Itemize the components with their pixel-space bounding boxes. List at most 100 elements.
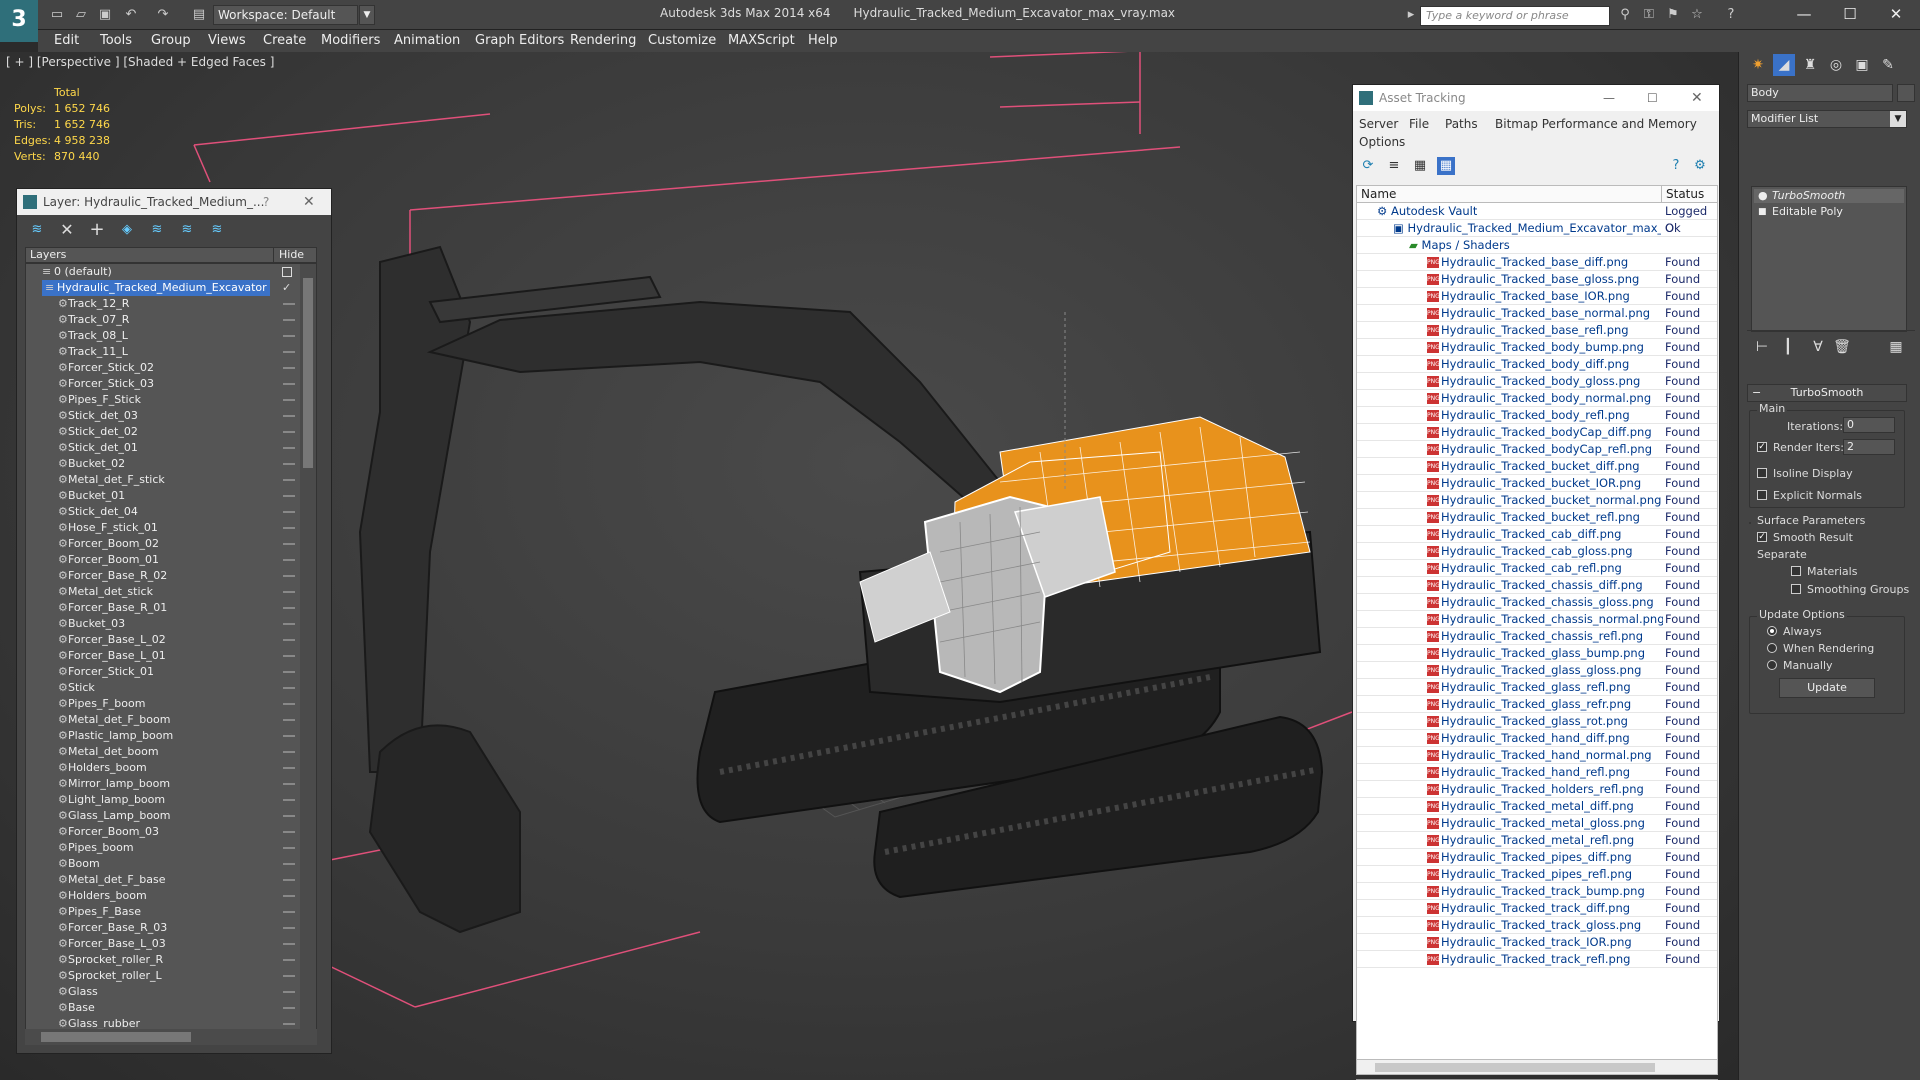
hide-toggle[interactable] (283, 367, 295, 369)
minimize-button[interactable]: — (1784, 2, 1824, 26)
hide-toggle[interactable] (283, 399, 295, 401)
hide-toggle[interactable] (283, 543, 295, 545)
hide-toggle[interactable] (283, 431, 295, 433)
asset-map-row[interactable]: PNG Hydraulic_Tracked_cab_refl.png Found (1357, 560, 1717, 577)
asset-map-row[interactable]: PNG Hydraulic_Tracked_glass_refl.png Found (1357, 679, 1717, 696)
col-name[interactable]: Name (1361, 186, 1396, 202)
hide-toggle[interactable] (283, 831, 295, 833)
asset-map-row[interactable]: PNG Hydraulic_Tracked_body_gloss.png Found (1357, 373, 1717, 390)
undo-icon[interactable]: ↶ (122, 6, 140, 23)
col-status[interactable]: Status (1661, 186, 1704, 202)
hide-toggle[interactable] (283, 527, 295, 529)
help-icon[interactable]: ? (1667, 157, 1685, 175)
layer-row[interactable]: ⚙ Bucket_01 (26, 488, 302, 504)
hide-toggle[interactable] (283, 479, 295, 481)
menu-rendering[interactable]: Rendering (570, 33, 636, 48)
layer-row[interactable]: ⚙ Forcer_Base_L_02 (26, 632, 302, 648)
asset-map-row[interactable]: PNG Hydraulic_Tracked_glass_rot.png Found (1357, 713, 1717, 730)
asset-map-row[interactable]: PNG Hydraulic_Tracked_glass_gloss.png Foun… (1357, 662, 1717, 679)
motion-tab-icon[interactable]: ◎ (1825, 54, 1847, 76)
asset-map-row[interactable]: PNG Hydraulic_Tracked_chassis_diff.png Fou… (1357, 577, 1717, 594)
asset-map-row[interactable]: PNG Hydraulic_Tracked_body_refl.png Found (1357, 407, 1717, 424)
layer-scrollbar[interactable] (300, 264, 316, 1036)
layer-row[interactable]: ⚙ Metal_det_F_base (26, 872, 302, 888)
object-name-field[interactable]: Body (1747, 84, 1893, 102)
remove-modifier-icon[interactable]: 🗑 (1831, 336, 1853, 358)
hide-toggle[interactable] (283, 655, 295, 657)
viewport-label[interactable]: [ + ] [Perspective ] [Shaded + Edged Fac… (6, 55, 274, 69)
chevron-down-icon[interactable]: ▼ (1890, 111, 1906, 127)
help-button[interactable]: ? (263, 189, 269, 215)
menu-paths[interactable]: Paths (1445, 117, 1478, 131)
smooth-result-checkbox[interactable]: ✓ (1757, 532, 1767, 542)
layer-row[interactable]: ⚙ Holders_boom (26, 888, 302, 904)
hide-toggle[interactable] (283, 415, 295, 417)
hide-toggle[interactable] (283, 815, 295, 817)
new-file-icon[interactable]: ▭ (48, 6, 66, 23)
search-input[interactable]: Type a keyword or phrase (1420, 6, 1610, 26)
asset-row-maps[interactable]: ▰ Maps / Shaders (1357, 237, 1717, 254)
hide-all-icon[interactable]: ≋ (177, 220, 197, 240)
communication-icon[interactable]: ⚑ (1664, 6, 1682, 23)
hide-toggle[interactable] (283, 703, 295, 705)
asset-map-row[interactable]: PNG Hydraulic_Tracked_chassis_refl.png Fou… (1357, 628, 1717, 645)
thumbnail-view-icon[interactable]: ▦ (1411, 157, 1429, 175)
lightbulb-icon[interactable]: ● (1758, 189, 1768, 203)
new-layer-icon[interactable]: ≋ (27, 220, 47, 240)
hide-toggle[interactable] (283, 447, 295, 449)
menu-edit[interactable]: Edit (54, 33, 79, 48)
iterations-spinner[interactable]: 0 (1843, 417, 1895, 433)
col-hide[interactable]: Hide (273, 248, 304, 262)
layer-row[interactable]: ⚙ Sprocket_roller_R (26, 952, 302, 968)
select-objects-icon[interactable]: ◈ (117, 220, 137, 240)
hide-toggle[interactable] (283, 319, 295, 321)
layer-row[interactable]: ⚙ Track_11_L (26, 344, 302, 360)
asset-map-row[interactable]: PNG Hydraulic_Tracked_bodyCap_diff.png Fou… (1357, 424, 1717, 441)
layer-row[interactable]: ⚙ Glass (26, 984, 302, 1000)
layer-row[interactable]: ⚙ Stick_det_03 (26, 408, 302, 424)
menu-animation[interactable]: Animation (394, 33, 460, 48)
manually-radio[interactable] (1767, 660, 1777, 670)
asset-map-row[interactable]: PNG Hydraulic_Tracked_bucket_IOR.png Found (1357, 475, 1717, 492)
menu-maxscript[interactable]: MAXScript (728, 33, 795, 48)
materials-checkbox[interactable] (1791, 566, 1801, 576)
layer-row[interactable]: ⚙ Glass_Lamp_boom (26, 808, 302, 824)
layer-row[interactable]: ⚙ Pipes_F_Stick (26, 392, 302, 408)
project-folder-icon[interactable]: ▤ (190, 6, 208, 23)
hide-toggle[interactable] (283, 959, 295, 961)
stack-item-editable-poly[interactable]: ■ Editable Poly (1754, 205, 1904, 219)
layer-row[interactable]: ⚙ Hose_F_stick_01 (26, 520, 302, 536)
layer-row[interactable]: ⚙ Stick (26, 680, 302, 696)
chevron-down-icon[interactable]: ▼ (359, 5, 375, 25)
asset-h-scrollbar[interactable] (1356, 1059, 1718, 1075)
app-logo-button[interactable]: 3 (0, 0, 38, 42)
hide-toggle[interactable] (283, 1007, 295, 1009)
display-tab-icon[interactable]: ▣ (1851, 54, 1873, 76)
asset-map-row[interactable]: PNG Hydraulic_Tracked_base_diff.png Found (1357, 254, 1717, 271)
pin-stack-icon[interactable]: ⊢ (1751, 336, 1773, 358)
hide-toggle[interactable] (283, 575, 295, 577)
layer-row[interactable]: ≡ Hydraulic_Tracked_Medium_Excavator ✓ (26, 280, 302, 296)
layer-row[interactable]: ⚙ Forcer_Base_R_02 (26, 568, 302, 584)
refresh-icon[interactable]: ⟳ (1359, 157, 1377, 175)
menu-customize[interactable]: Customize (648, 33, 716, 48)
menu-tools[interactable]: Tools (100, 33, 132, 48)
layer-row[interactable]: ⚙ Forcer_Boom_02 (26, 536, 302, 552)
save-icon[interactable]: ▣ (96, 6, 114, 23)
binoculars-icon[interactable]: ⚲ (1616, 6, 1634, 23)
hide-toggle[interactable] (283, 799, 295, 801)
asset-map-row[interactable]: PNG Hydraulic_Tracked_hand_refl.png Found (1357, 764, 1717, 781)
help-icon[interactable]: ? (1722, 6, 1740, 23)
asset-map-row[interactable]: PNG Hydraulic_Tracked_bucket_normal.png Fo… (1357, 492, 1717, 509)
hide-toggle[interactable] (283, 783, 295, 785)
asset-map-row[interactable]: PNG Hydraulic_Tracked_track_refl.png Found (1357, 951, 1717, 968)
hide-toggle[interactable] (283, 975, 295, 977)
hide-toggle[interactable] (283, 751, 295, 753)
layer-row[interactable]: ⚙ Holders_boom (26, 760, 302, 776)
close-icon[interactable]: ✕ (1691, 85, 1703, 111)
always-radio[interactable] (1767, 626, 1777, 636)
hierarchy-tab-icon[interactable]: ♜ (1799, 54, 1821, 76)
hide-toggle[interactable] (283, 623, 295, 625)
render-iters-spinner[interactable]: 2 (1843, 439, 1895, 455)
hide-toggle[interactable] (283, 735, 295, 737)
